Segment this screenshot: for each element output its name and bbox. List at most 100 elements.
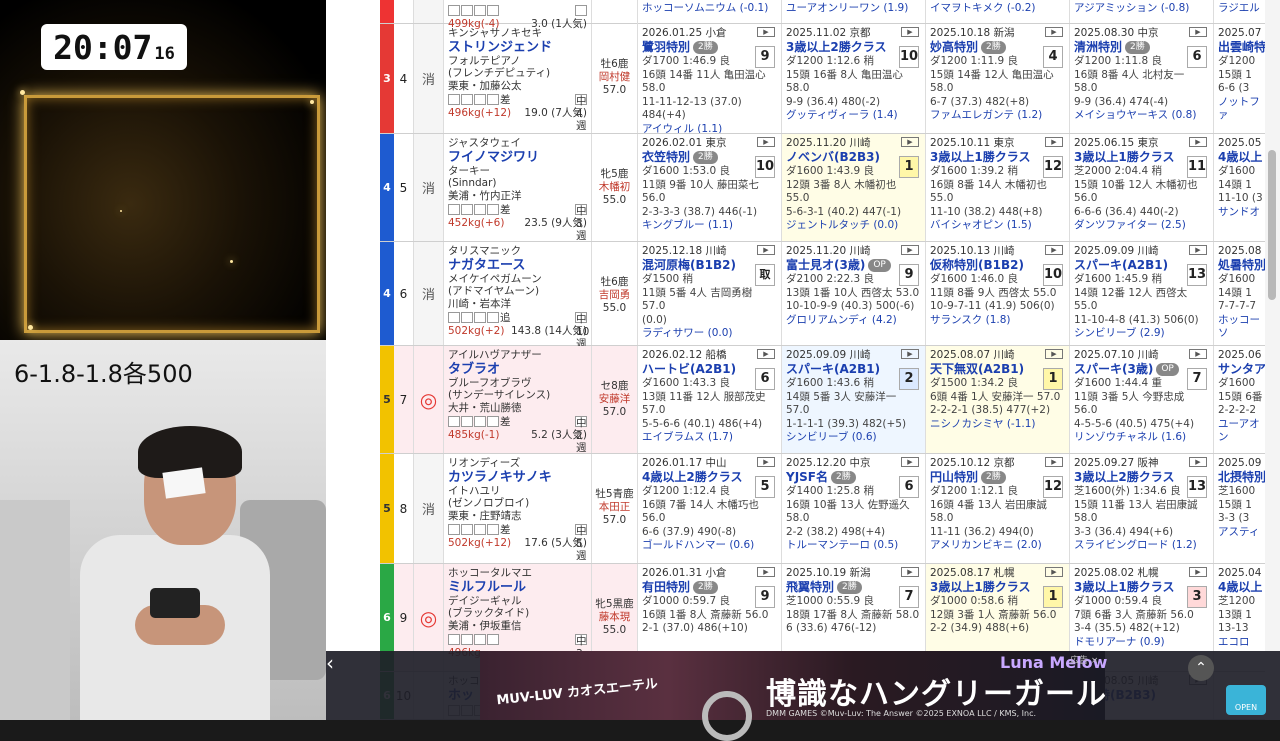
video-icon[interactable]: ▶: [1045, 245, 1063, 255]
jockey-name[interactable]: 藤本現: [592, 611, 637, 624]
past-race-cell[interactable]: 2025.10.12 京都 円山特別 2勝 ダ1200 1:12.1 良 16頭 4番 …: [926, 454, 1070, 563]
video-icon[interactable]: ▶: [901, 27, 919, 37]
past-race-cell[interactable]: 2025.12.18 川崎 混河原梅(B1B2) ダ1500 稍 11頭 5番 4人 …: [638, 242, 782, 345]
past-race-cell[interactable]: 2025.08.07 川崎 天下無双(A2B1) ダ1500 1:34.2 良 6頭 …: [926, 346, 1070, 453]
past-race-cell[interactable]: 2025.07 出雲崎特 ダ1200 15頭 1 6-6 (3 ノットファ: [1214, 24, 1265, 133]
horse-name[interactable]: ナガタエース: [448, 258, 587, 273]
past-race-name[interactable]: 3歳以上2勝クラス: [1074, 470, 1174, 484]
horse-name[interactable]: ストリンジェンド: [448, 40, 587, 55]
prediction-mark[interactable]: [414, 0, 444, 23]
past-race-cell[interactable]: 2025.07.10 川崎 スパーキ(3歳) OP ダ1600 1:44.4 重 11頭…: [1070, 346, 1214, 453]
video-icon[interactable]: ▶: [1189, 349, 1207, 359]
past-race-name[interactable]: 3歳以上1勝クラス: [930, 150, 1030, 164]
past-race-cell[interactable]: 2025.08.30 中京 清洲特別 2勝 ダ1200 1:11.8 良 16頭 8番 …: [1070, 24, 1214, 133]
horse-name[interactable]: カツラノキサノキ: [448, 470, 587, 485]
video-icon[interactable]: ▶: [757, 457, 775, 467]
video-icon[interactable]: ▶: [1045, 457, 1063, 467]
video-icon[interactable]: ▶: [757, 349, 775, 359]
jockey-name[interactable]: 岡村健: [592, 71, 637, 84]
past-race-name[interactable]: 3歳以上1勝クラス: [1074, 580, 1174, 594]
video-icon[interactable]: ▶: [1045, 137, 1063, 147]
past-race-cell[interactable]: 2025.08 処暑特別 ダ1600 14頭 1 7-7-7-7 ホッコーソ: [1214, 242, 1265, 345]
past-race-name[interactable]: 3歳以上2勝クラス: [786, 40, 886, 54]
video-icon[interactable]: ▶: [1189, 137, 1207, 147]
prediction-mark[interactable]: 消: [414, 454, 444, 563]
video-icon[interactable]: ▶: [757, 27, 775, 37]
past-race-name[interactable]: 4歳以上: [1218, 150, 1262, 164]
past-race-cell[interactable]: 2025.11.02 京都 3歳以上2勝クラス ダ1200 1:12.6 稍 15頭 …: [782, 24, 926, 133]
past-race-cell[interactable]: 2026.02.01 東京 衣笠特別 2勝 ダ1600 1:53.0 良 11頭 9番 …: [638, 134, 782, 241]
ad-title[interactable]: 博識なハングリーガール: [766, 669, 1107, 713]
ad-label[interactable]: 広告 ×: [1070, 653, 1098, 666]
chevron-left-icon[interactable]: ‹: [326, 651, 338, 675]
past-race-name[interactable]: 北摂特別: [1218, 470, 1265, 484]
past-race-name[interactable]: 混河原梅(B1B2): [642, 258, 736, 272]
past-race-name[interactable]: 清洲特別: [1074, 40, 1122, 54]
video-icon[interactable]: ▶: [1045, 567, 1063, 577]
video-icon[interactable]: ▶: [757, 567, 775, 577]
close-icon[interactable]: ⌃: [1188, 655, 1214, 681]
jockey-name[interactable]: 安藤洋: [592, 393, 637, 406]
past-race-name[interactable]: 3歳以上1勝クラス: [1074, 150, 1174, 164]
video-icon[interactable]: ▶: [901, 245, 919, 255]
past-race-cell[interactable]: ラジエル: [1214, 0, 1265, 23]
video-icon[interactable]: ▶: [1189, 457, 1207, 467]
past-race-cell[interactable]: イマヲトキメク (-0.2): [926, 0, 1070, 23]
past-race-name[interactable]: 4歳以上2勝クラス: [642, 470, 742, 484]
video-icon[interactable]: ▶: [901, 457, 919, 467]
video-icon[interactable]: ▶: [1189, 245, 1207, 255]
video-icon[interactable]: ▶: [901, 349, 919, 359]
video-icon[interactable]: ▶: [757, 137, 775, 147]
video-icon[interactable]: ▶: [757, 245, 775, 255]
horse-name[interactable]: タブラオ: [448, 362, 587, 377]
scrollbar[interactable]: [1265, 0, 1280, 720]
past-race-cell[interactable]: 2025.10.18 新潟 妙高特別 2勝 ダ1200 1:11.9 良 15頭 14番…: [926, 24, 1070, 133]
jockey-name[interactable]: 本田正: [592, 501, 637, 514]
past-race-cell[interactable]: 2025.12.20 中京 YJSF名 2勝 ダ1400 1:25.8 稍 16頭 10…: [782, 454, 926, 563]
past-race-name[interactable]: 仮称特別(B1B2): [930, 258, 1024, 272]
past-race-cell[interactable]: 2025.09 北摂特別 芝1600 15頭 1 3-3 (3 アスティ: [1214, 454, 1265, 563]
horse-name[interactable]: フイノマジワリ: [448, 150, 587, 165]
past-race-name[interactable]: 4歳以上: [1218, 580, 1262, 594]
past-race-name[interactable]: 処暑特別: [1218, 258, 1265, 272]
past-race-name[interactable]: 富士見オ(3歳): [786, 258, 865, 272]
past-race-cell[interactable]: 2026.01.17 中山 4歳以上2勝クラス ダ1200 1:12.4 良 16頭 …: [638, 454, 782, 563]
past-race-name[interactable]: ハートビ(A2B1): [642, 362, 736, 376]
video-icon[interactable]: ▶: [1189, 27, 1207, 37]
past-race-name[interactable]: 出雲崎特: [1218, 40, 1265, 54]
ad-banner[interactable]: ‹ MUV-LUV カオスエーテル 博識なハングリーガール Luna Melow…: [326, 651, 1280, 741]
video-icon[interactable]: ▶: [901, 567, 919, 577]
past-race-name[interactable]: スパーキ(3歳): [1074, 362, 1153, 376]
horse-name[interactable]: ミルフルール: [448, 580, 587, 595]
past-race-cell[interactable]: 2025.11.20 川崎 ノベンバ(B2B3) ダ1600 1:43.9 良 12頭…: [782, 134, 926, 241]
past-race-cell[interactable]: アジアミッション (-0.8): [1070, 0, 1214, 23]
past-race-name[interactable]: 妙高特別: [930, 40, 978, 54]
past-race-name[interactable]: 衣笠特別: [642, 150, 690, 164]
past-race-cell[interactable]: 2025.09.09 川崎 スパーキ(A2B1) ダ1600 1:43.6 稍 14頭…: [782, 346, 926, 453]
past-race-cell[interactable]: 2025.09.27 阪神 3歳以上2勝クラス 芝1600(外) 1:34.6 良1…: [1070, 454, 1214, 563]
past-race-name[interactable]: YJSF名: [786, 470, 828, 484]
prediction-mark[interactable]: 消: [414, 24, 444, 133]
past-race-cell[interactable]: 2026.02.12 船橋 ハートビ(A2B1) ダ1600 1:43.3 良 13頭…: [638, 346, 782, 453]
past-race-cell[interactable]: ユーアオンリーワン (1.9): [782, 0, 926, 23]
past-race-name[interactable]: 有田特別: [642, 580, 690, 594]
past-race-name[interactable]: スパーキ(A2B1): [786, 362, 880, 376]
scrollbar-thumb[interactable]: [1268, 150, 1276, 300]
past-race-name[interactable]: ノベンバ(B2B3): [786, 150, 880, 164]
jockey-name[interactable]: 木幡初: [592, 181, 637, 194]
jockey-name[interactable]: 吉岡勇: [592, 289, 637, 302]
past-race-cell[interactable]: 2025.11.20 川崎 富士見オ(3歳) OP ダ2100 2:22.3 良 13頭…: [782, 242, 926, 345]
past-race-cell[interactable]: 2025.06.15 東京 3歳以上1勝クラス 芝2000 2:04.4 稍 15頭 …: [1070, 134, 1214, 241]
past-race-cell[interactable]: 2026.01.25 小倉 鷺羽特別 2勝 ダ1700 1:46.9 良 16頭 14番…: [638, 24, 782, 133]
prediction-mark[interactable]: 消: [414, 242, 444, 345]
video-icon[interactable]: ▶: [1045, 349, 1063, 359]
prediction-mark[interactable]: 消: [414, 134, 444, 241]
prediction-mark[interactable]: ◎: [414, 346, 444, 453]
past-race-name[interactable]: 天下無双(A2B1): [930, 362, 1024, 376]
past-race-name[interactable]: 円山特別: [930, 470, 978, 484]
past-race-name[interactable]: 飛翼特別: [786, 580, 834, 594]
video-icon[interactable]: ▶: [901, 137, 919, 147]
past-race-name[interactable]: 鷺羽特別: [642, 40, 690, 54]
ad-side-button[interactable]: OPEN: [1226, 685, 1266, 715]
past-race-cell[interactable]: ホッコーソムニウム (-0.1): [638, 0, 782, 23]
